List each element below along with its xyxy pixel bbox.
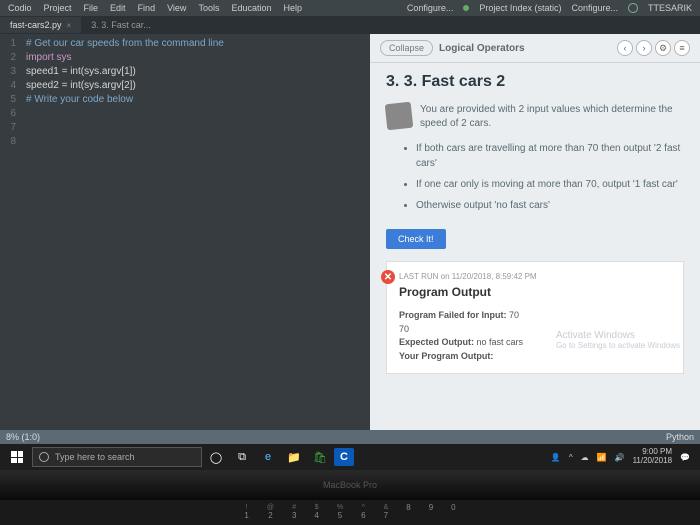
tray-people-icon[interactable]: 👤 bbox=[551, 453, 561, 462]
fail-input: 70 bbox=[509, 310, 519, 320]
rules-list: If both cars are travelling at more than… bbox=[416, 141, 684, 213]
keyboard: !1 @2 #3 $4 %5 ^6 &7 8 9 0 bbox=[0, 500, 700, 525]
next-icon[interactable]: › bbox=[636, 40, 652, 56]
menu-bar: Codio Project File Edit Find View Tools … bbox=[0, 0, 700, 16]
tray-wifi-icon[interactable]: 📶 bbox=[597, 453, 607, 462]
collapse-button[interactable]: Collapse bbox=[380, 40, 433, 56]
status-position: 8% (1:0) bbox=[6, 432, 40, 442]
cortana-icon[interactable]: ◯ bbox=[204, 446, 228, 468]
menu-help[interactable]: Help bbox=[283, 3, 302, 13]
expected-label: Expected Output: bbox=[399, 337, 474, 347]
status-language: Python bbox=[666, 432, 694, 442]
menu-project-index[interactable]: Project Index (static) bbox=[479, 3, 561, 13]
status-bar: 8% (1:0) Python bbox=[0, 430, 700, 444]
menu-configure2[interactable]: Configure... bbox=[571, 3, 618, 13]
power-icon[interactable] bbox=[628, 3, 638, 13]
tray-volume-icon[interactable]: 🔊 bbox=[615, 453, 625, 462]
intro-text: You are provided with 2 input values whi… bbox=[420, 103, 684, 131]
line-gutter: 12345678 bbox=[0, 34, 20, 430]
tab-label: fast-cars2.py bbox=[10, 20, 62, 30]
windows-taskbar: Type here to search ◯ ⧉ e 📁 🛍 C 👤 ^ ☁ 📶 … bbox=[0, 444, 700, 470]
notifications-icon[interactable]: 💬 bbox=[680, 453, 690, 462]
list-item: Otherwise output 'no fast cars' bbox=[416, 198, 684, 213]
your-output-label: Your Program Output: bbox=[399, 351, 493, 361]
prev-icon[interactable]: ‹ bbox=[617, 40, 633, 56]
check-button[interactable]: Check It! bbox=[386, 229, 446, 249]
fail-label: Program Failed for Input: bbox=[399, 310, 507, 320]
gear-icon[interactable]: ⚙ bbox=[655, 40, 671, 56]
run-indicator-icon bbox=[463, 5, 469, 11]
clock[interactable]: 9:00 PM11/20/2018 bbox=[633, 448, 672, 466]
tray-cloud-icon[interactable]: ☁ bbox=[581, 453, 589, 462]
close-icon[interactable]: × bbox=[67, 21, 72, 30]
menu-education[interactable]: Education bbox=[231, 3, 271, 13]
explorer-icon[interactable]: 📁 bbox=[282, 446, 306, 468]
expected-value: no fast cars bbox=[477, 337, 524, 347]
tab-guide[interactable]: 3. 3. Fast car... bbox=[81, 17, 161, 33]
start-button[interactable] bbox=[4, 446, 30, 468]
page-title: 3. 3. Fast cars 2 bbox=[386, 73, 684, 91]
last-run-label: LAST RUN on 11/20/2018, 8:59:42 PM bbox=[399, 272, 671, 281]
codeblocks-icon[interactable]: C bbox=[334, 448, 354, 466]
menu-file[interactable]: File bbox=[84, 3, 99, 13]
menu-icon[interactable]: ≡ bbox=[674, 40, 690, 56]
menu-project[interactable]: Project bbox=[44, 3, 72, 13]
fail-input2: 70 bbox=[399, 324, 409, 334]
breadcrumb: Logical Operators bbox=[439, 43, 525, 54]
search-icon bbox=[39, 452, 49, 462]
menu-tools[interactable]: Tools bbox=[198, 3, 219, 13]
fail-icon: ✕ bbox=[381, 270, 395, 284]
list-item: If both cars are travelling at more than… bbox=[416, 141, 684, 171]
search-placeholder: Type here to search bbox=[55, 452, 135, 462]
code-content[interactable]: # Get our car speeds from the command li… bbox=[20, 34, 370, 430]
output-box: ✕ LAST RUN on 11/20/2018, 8:59:42 PM Pro… bbox=[386, 261, 684, 374]
macbook-bezel: MacBook Pro bbox=[0, 470, 700, 500]
menu-configure[interactable]: Configure... bbox=[407, 3, 454, 13]
lesson-icon bbox=[385, 102, 414, 131]
menu-find[interactable]: Find bbox=[138, 3, 156, 13]
search-input[interactable]: Type here to search bbox=[32, 447, 202, 467]
guide-panel: Collapse Logical Operators ‹ › ⚙ ≡ 3. 3.… bbox=[370, 34, 700, 430]
menu-codio[interactable]: Codio bbox=[8, 3, 32, 13]
tray-up-icon[interactable]: ^ bbox=[569, 453, 573, 462]
list-item: If one car only is moving at more than 7… bbox=[416, 177, 684, 192]
tab-fastcars2[interactable]: fast-cars2.py × bbox=[0, 17, 81, 33]
edge-icon[interactable]: e bbox=[256, 446, 280, 468]
program-output-title: Program Output bbox=[399, 285, 671, 299]
user-label[interactable]: TTESARIK bbox=[648, 3, 692, 13]
menu-edit[interactable]: Edit bbox=[110, 3, 126, 13]
tab-bar: fast-cars2.py × 3. 3. Fast car... bbox=[0, 16, 700, 34]
taskview-icon[interactable]: ⧉ bbox=[230, 446, 254, 468]
store-icon[interactable]: 🛍 bbox=[308, 446, 332, 468]
code-editor[interactable]: 12345678 # Get our car speeds from the c… bbox=[0, 34, 370, 430]
menu-view[interactable]: View bbox=[167, 3, 186, 13]
